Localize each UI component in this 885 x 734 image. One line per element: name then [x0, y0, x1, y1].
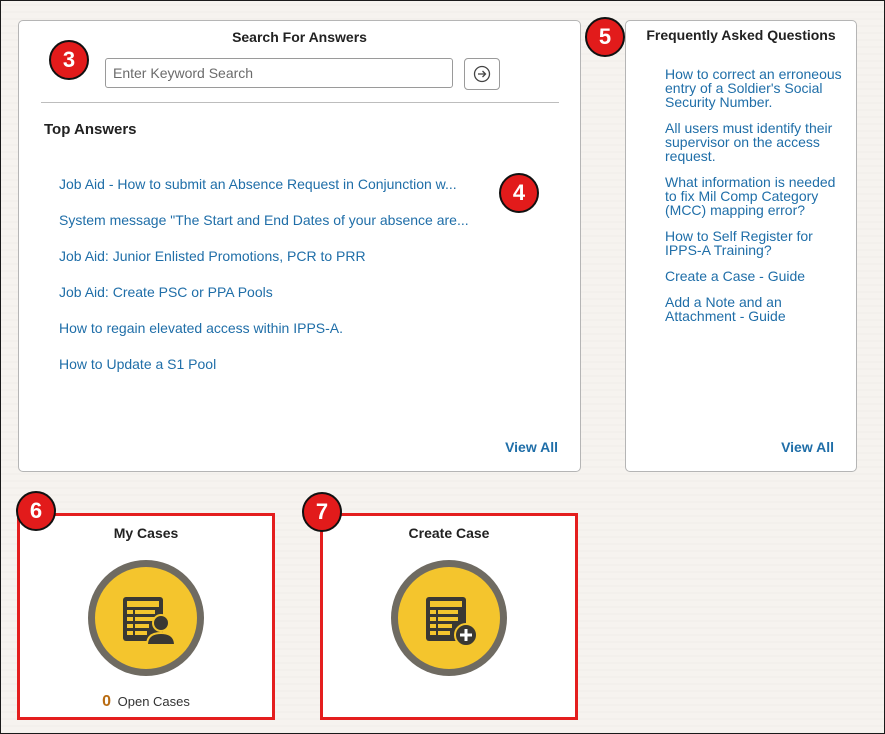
faq-list: How to correct an erroneous entry of a S…: [665, 67, 850, 335]
top-answers-view-all-link[interactable]: View All: [505, 439, 558, 455]
faq-tile: Frequently Asked Questions How to correc…: [625, 20, 857, 472]
faq-view-all-link[interactable]: View All: [781, 439, 834, 455]
top-answer-link[interactable]: System message "The Start and End Dates …: [59, 212, 469, 228]
list-item: Add a Note and an Attachment - Guide: [665, 295, 850, 323]
top-answers-list: Job Aid - How to submit an Absence Reque…: [59, 176, 469, 392]
my-cases-title: My Cases: [113, 525, 179, 541]
list-item: All users must identify their supervisor…: [665, 121, 850, 163]
callout-badge-7: 7: [302, 492, 342, 532]
case-list-add-icon: [391, 560, 507, 676]
list-item: How to correct an erroneous entry of a S…: [665, 67, 850, 109]
faq-link[interactable]: How to correct an erroneous entry of a S…: [665, 66, 842, 110]
faq-link[interactable]: All users must identify their supervisor…: [665, 120, 832, 164]
search-answers-tile: Search For Answers Top Answers Job Aid -…: [18, 20, 581, 472]
list-item: How to regain elevated access within IPP…: [59, 320, 469, 356]
search-tile-title: Search For Answers: [232, 29, 367, 45]
list-item: Job Aid: Create PSC or PPA Pools: [59, 284, 469, 320]
create-case-tile[interactable]: Create Case: [320, 513, 578, 720]
callout-badge-5: 5: [585, 17, 625, 57]
open-cases-label: Open Cases: [117, 694, 190, 709]
callout-badge-6: 6: [16, 491, 56, 531]
top-answers-heading: Top Answers: [44, 121, 137, 138]
faq-link[interactable]: Create a Case - Guide: [665, 268, 805, 284]
search-divider: [41, 102, 559, 103]
top-answer-link[interactable]: Job Aid: Junior Enlisted Promotions, PCR…: [59, 248, 366, 264]
faq-link[interactable]: Add a Note and an Attachment - Guide: [665, 294, 786, 324]
faq-tile-title: Frequently Asked Questions: [646, 27, 836, 43]
list-item: System message "The Start and End Dates …: [59, 212, 469, 248]
case-list-user-icon: [88, 560, 204, 676]
list-item: Job Aid: Junior Enlisted Promotions, PCR…: [59, 248, 469, 284]
top-answer-link[interactable]: How to regain elevated access within IPP…: [59, 320, 343, 336]
list-item: How to Update a S1 Pool: [59, 356, 469, 392]
callout-badge-4: 4: [499, 173, 539, 213]
keyword-search-input[interactable]: [105, 58, 453, 88]
faq-link[interactable]: How to Self Register for IPPS-A Training…: [665, 228, 813, 258]
arrow-circle-right-icon: [473, 65, 491, 83]
callout-badge-3: 3: [49, 40, 89, 80]
create-case-title: Create Case: [408, 525, 490, 541]
top-answer-link[interactable]: Job Aid: Create PSC or PPA Pools: [59, 284, 273, 300]
my-cases-tile[interactable]: My Cases 0 Open Cases: [17, 513, 275, 720]
top-answer-link[interactable]: How to Update a S1 Pool: [59, 356, 216, 372]
search-go-button[interactable]: [464, 58, 500, 90]
open-cases-number: 0: [102, 693, 111, 710]
list-item: How to Self Register for IPPS-A Training…: [665, 229, 850, 257]
list-item: What information is needed to fix Mil Co…: [665, 175, 850, 217]
top-answer-link[interactable]: Job Aid - How to submit an Absence Reque…: [59, 176, 457, 192]
open-cases-count: 0 Open Cases: [20, 693, 272, 711]
list-item: Create a Case - Guide: [665, 269, 850, 283]
faq-link[interactable]: What information is needed to fix Mil Co…: [665, 174, 835, 218]
list-item: Job Aid - How to submit an Absence Reque…: [59, 176, 469, 212]
